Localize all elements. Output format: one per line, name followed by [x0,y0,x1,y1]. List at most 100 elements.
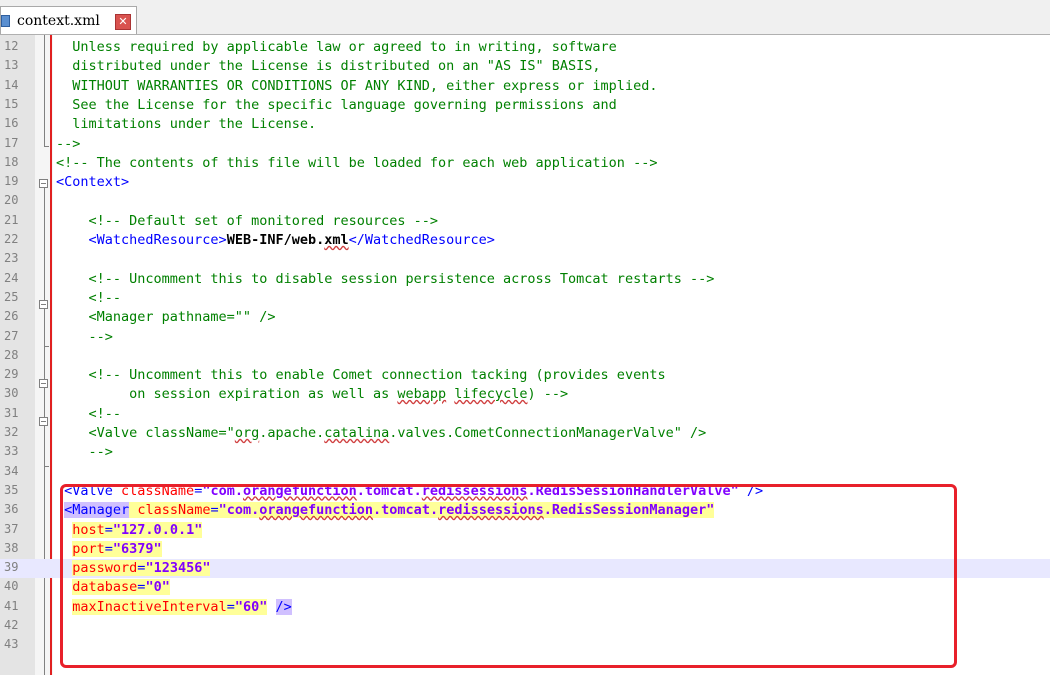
code-text: <!-- [56,289,122,308]
line-number: 26 [4,309,19,324]
code-line[interactable]: 17 --> [0,135,1050,154]
code-line[interactable]: 30 on session expiration as well as weba… [0,385,1050,404]
close-icon[interactable]: ✕ [115,14,131,30]
line-number: 30 [4,386,19,401]
code-token: xml [324,232,349,248]
code-token: <Context> [56,174,130,191]
line-number: 18 [4,154,19,169]
code-token: lifecycle [454,386,528,403]
code-text: --> [56,328,113,347]
code-line[interactable]: 13 distributed under the License is dist… [0,57,1050,76]
line-number: 23 [4,251,19,266]
code-text: limitations under the License. [56,115,316,134]
line-number: 15 [4,96,19,111]
code-token: --> [56,135,81,152]
line-number: 33 [4,444,19,459]
code-token: <Valve className=" [56,425,235,441]
code-line[interactable]: 32 <Valve className="org.apache.catalina… [0,424,1050,443]
code-token: <!-- The contents of this file will be l… [56,154,658,171]
code-line[interactable]: 24 <!-- Uncomment this to disable sessio… [0,270,1050,289]
line-number: 37 [4,521,19,536]
code-line[interactable]: 20 [0,192,1050,211]
code-text: <!-- Uncomment this to disable session p… [56,270,715,289]
code-token: WEB-INF/web. [226,232,325,248]
line-number: 25 [4,289,19,304]
file-tab[interactable]: context.xml ✕ [0,6,137,35]
code-line[interactable]: 19 <Context> [0,173,1050,192]
code-line[interactable]: 21 <!-- Default set of monitored resourc… [0,212,1050,231]
highlight-annotation-box [60,484,957,668]
tab-divider [0,34,1050,35]
code-token: on session expiration as well as [56,386,398,403]
code-line[interactable]: 27 --> [0,328,1050,347]
line-number: 31 [4,405,19,420]
code-text: --> [56,443,113,462]
code-token: org [234,425,260,441]
code-text: --> [56,135,80,154]
line-number: 20 [4,193,19,208]
code-line[interactable]: 31 <!-- [0,405,1050,424]
line-number: 39 [4,560,19,575]
line-number: 21 [4,212,19,227]
line-number: 36 [4,502,19,517]
line-number: 24 [4,270,19,285]
code-text: <!-- The contents of this file will be l… [56,154,657,173]
line-number: 40 [4,579,19,594]
code-token: <!-- Uncomment this to disable session p… [56,270,715,287]
line-number: 43 [4,637,19,652]
code-text: <WatchedResource>WEB-INF/web.xml</Watche… [56,231,495,250]
code-token: webapp [397,386,447,403]
code-token: <!-- Uncomment this to enable Comet conn… [56,367,666,384]
code-token: <WatchedResource> [56,232,227,248]
code-token: </WatchedResource> [348,232,495,248]
code-text: <Context> [56,173,129,192]
line-number: 34 [4,463,19,478]
code-token: <!-- Default set of monitored resources … [56,212,439,229]
code-text: WITHOUT WARRANTIES OR CONDITIONS OF ANY … [56,77,657,96]
code-line[interactable]: 15 See the License for the specific lang… [0,96,1050,115]
code-token: <Manager pathname="" /> [56,309,276,326]
code-token: <!-- [56,405,122,422]
code-text: <!-- Uncomment this to enable Comet conn… [56,366,666,385]
code-line[interactable]: 29 <!-- Uncomment this to enable Comet c… [0,366,1050,385]
line-number: 41 [4,598,19,613]
line-number: 38 [4,540,19,555]
code-token: limitations under the License. [56,116,317,133]
code-line[interactable]: 12 Unless required by applicable law or … [0,38,1050,57]
line-number: 19 [4,174,19,189]
line-number: 32 [4,425,19,439]
code-line[interactable]: 14 WITHOUT WARRANTIES OR CONDITIONS OF A… [0,77,1050,96]
code-token: Unless required by applicable law or agr… [56,39,617,55]
line-number: 12 [4,39,19,53]
code-text: distributed under the License is distrib… [56,57,600,76]
code-text: <Valve className="org.apache.catalina.va… [56,424,707,443]
tab-title: context.xml [17,13,100,29]
code-line[interactable]: 26 <Manager pathname="" /> [0,308,1050,327]
tab-bar: context.xml ✕ [0,0,1050,35]
line-number: 14 [4,77,19,92]
line-number: 35 [4,482,19,497]
code-token: .apache. [259,425,325,441]
code-text: Unless required by applicable law or agr… [56,38,617,57]
code-text: <Manager pathname="" /> [56,308,276,327]
code-line[interactable]: 22 <WatchedResource>WEB-INF/web.xml</Wat… [0,231,1050,250]
line-number: 42 [4,618,19,632]
code-text: on session expiration as well as webapp … [56,385,568,404]
code-token: catalina [324,425,390,441]
code-line[interactable]: 16 limitations under the License. [0,115,1050,134]
line-number: 22 [4,232,19,246]
line-number: 16 [4,116,19,131]
code-line[interactable]: 28 [0,347,1050,366]
code-line[interactable]: 25 <!-- [0,289,1050,308]
code-text: <!-- [56,405,122,424]
line-number: 28 [4,347,19,362]
code-text: <!-- Default set of monitored resources … [56,212,439,231]
code-token: See the License for the specific languag… [56,96,617,113]
code-line[interactable]: 23 [0,250,1050,269]
xml-file-icon [1,15,10,27]
code-token: <!-- [56,289,122,306]
code-line[interactable]: 18 <!-- The contents of this file will be… [0,154,1050,173]
code-line[interactable]: 33 --> [0,443,1050,462]
code-line[interactable]: 34 [0,463,1050,482]
code-token: WITHOUT WARRANTIES OR CONDITIONS OF ANY … [56,77,658,94]
